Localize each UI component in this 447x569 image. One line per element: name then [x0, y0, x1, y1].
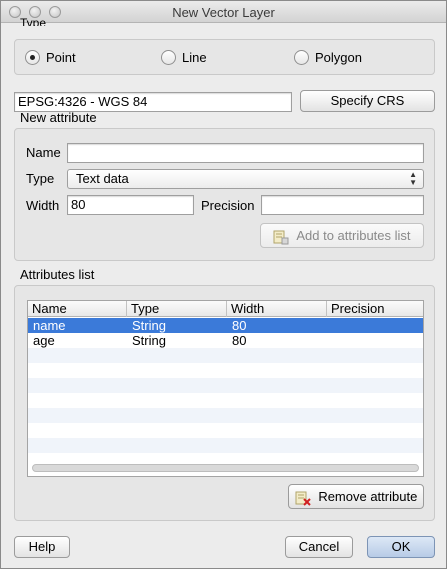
- empty-row: [28, 423, 423, 438]
- type-group-label: Type: [20, 17, 47, 26]
- table-row[interactable]: age String 80: [28, 333, 423, 348]
- add-attribute-icon: [273, 230, 289, 245]
- table-row[interactable]: name String 80: [28, 318, 423, 333]
- specify-crs-button[interactable]: Specify CRS: [300, 90, 435, 112]
- type-select[interactable]: Text data ▲ ▼: [67, 169, 424, 189]
- radio-line[interactable]: Line: [161, 50, 207, 65]
- width-input[interactable]: 80: [67, 195, 194, 215]
- new-attribute-group-label: New attribute: [20, 110, 97, 125]
- cell-width: 80: [232, 318, 247, 333]
- remove-attribute-button[interactable]: Remove attribute: [288, 484, 424, 509]
- cell-type: String: [132, 318, 166, 333]
- precision-label: Precision: [201, 198, 255, 213]
- title-bar: New Vector Layer: [1, 1, 446, 23]
- attributes-list-group: Name Type Width Precision name String 80…: [14, 285, 435, 521]
- radio-point[interactable]: Point: [25, 50, 76, 65]
- precision-input[interactable]: [261, 195, 424, 215]
- cancel-button[interactable]: Cancel: [285, 536, 353, 558]
- cell-precision: [327, 318, 332, 333]
- width-label: Width: [26, 198, 60, 213]
- remove-attribute-icon: [295, 491, 311, 506]
- select-arrows-icon: ▲ ▼: [409, 170, 417, 187]
- column-header-type[interactable]: Type: [127, 301, 227, 317]
- cell-width: 80: [232, 333, 247, 348]
- name-label: Name: [26, 145, 61, 160]
- add-to-attributes-list-label: Add to attributes list: [296, 228, 411, 243]
- empty-row: [28, 348, 423, 363]
- new-attribute-group: Name Type Text data ▲ ▼ Width 80 Precisio…: [14, 128, 435, 261]
- cell-type: String: [132, 333, 166, 348]
- horizontal-scrollbar[interactable]: [32, 464, 419, 472]
- empty-row: [28, 453, 423, 463]
- ok-button[interactable]: OK: [367, 536, 435, 558]
- attributes-list-group-label: Attributes list: [20, 267, 95, 282]
- radio-point-indicator[interactable]: [25, 50, 40, 65]
- radio-line-label: Line: [182, 50, 207, 65]
- radio-polygon[interactable]: Polygon: [294, 50, 362, 65]
- radio-polygon-indicator[interactable]: [294, 50, 309, 65]
- empty-row: [28, 378, 423, 393]
- column-header-name[interactable]: Name: [28, 301, 127, 317]
- radio-point-label: Point: [46, 50, 76, 65]
- column-header-width[interactable]: Width: [227, 301, 327, 317]
- remove-attribute-label: Remove attribute: [318, 489, 418, 504]
- type-select-value: Text data: [76, 171, 129, 186]
- new-vector-layer-dialog: New Vector Layer Type Point Line Polygon…: [0, 0, 447, 569]
- empty-row: [28, 438, 423, 453]
- column-header-precision[interactable]: Precision: [327, 301, 425, 317]
- type-label: Type: [26, 171, 55, 186]
- empty-row: [28, 393, 423, 408]
- empty-row: [28, 363, 423, 378]
- cell-precision: [327, 333, 332, 348]
- add-to-attributes-list-button[interactable]: Add to attributes list: [260, 223, 424, 248]
- name-input[interactable]: [67, 143, 424, 163]
- help-button[interactable]: Help: [14, 536, 70, 558]
- radio-line-indicator[interactable]: [161, 50, 176, 65]
- type-group: Point Line Polygon: [14, 39, 435, 75]
- cell-name: name: [33, 318, 66, 333]
- radio-polygon-label: Polygon: [315, 50, 362, 65]
- attributes-table-header: Name Type Width Precision: [28, 301, 423, 317]
- attributes-table[interactable]: Name Type Width Precision name String 80…: [27, 300, 424, 477]
- empty-row: [28, 408, 423, 423]
- cell-name: age: [33, 333, 55, 348]
- crs-field[interactable]: EPSG:4326 - WGS 84: [14, 92, 292, 112]
- window-title: New Vector Layer: [172, 5, 275, 20]
